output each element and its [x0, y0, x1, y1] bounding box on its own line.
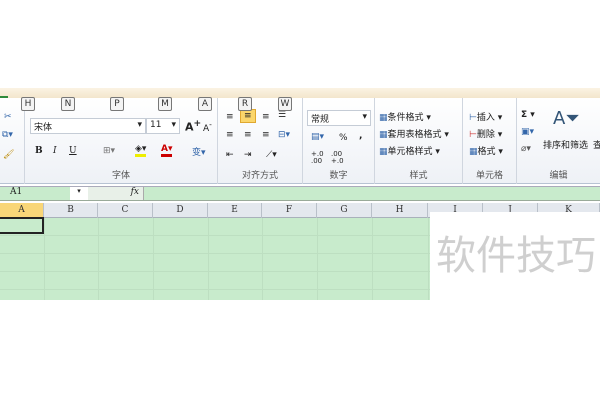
- align-center-icon[interactable]: ≡: [244, 130, 252, 140]
- number-format-select[interactable]: 常规 ▾: [307, 110, 371, 126]
- merge-icon[interactable]: ⊟▾: [278, 130, 290, 140]
- font-color-icon[interactable]: A▾: [161, 144, 173, 157]
- increase-indent-icon[interactable]: ⇥: [244, 150, 252, 160]
- font-name-value: 宋体: [34, 123, 53, 133]
- align-left-icon[interactable]: ≡: [226, 130, 234, 140]
- name-box-dropdown[interactable]: ▾: [70, 187, 88, 200]
- align-right-icon[interactable]: ≡: [262, 130, 270, 140]
- font-size-select[interactable]: 11 ▾: [146, 118, 180, 134]
- underline-button[interactable]: U: [69, 146, 77, 156]
- keytip-home: H: [21, 97, 35, 111]
- editing-group: Σ ▾ ▣▾ ⌀▾ A⏷ 排序和筛选 查 编辑: [517, 98, 600, 184]
- formula-bar: A1 ▾ fx: [0, 186, 600, 201]
- fill-color-icon[interactable]: ◈▾: [135, 144, 147, 157]
- sort-filter-button[interactable]: 排序和筛选: [543, 138, 588, 151]
- column-header-f[interactable]: F: [262, 203, 317, 218]
- column-header-d[interactable]: D: [153, 203, 208, 218]
- format-button[interactable]: ▦格式 ▾: [469, 144, 503, 157]
- decrease-indent-icon[interactable]: ⇤: [226, 150, 234, 160]
- number-format-value: 常规: [311, 115, 330, 125]
- cut-icon[interactable]: ✂: [4, 112, 12, 122]
- sort-filter-icon: A⏷: [553, 108, 580, 129]
- keytip-review: R: [238, 97, 252, 111]
- keytip-formulas: M: [158, 97, 172, 111]
- cells-group-label: 单元格: [475, 171, 503, 181]
- watermark: 软件技巧: [430, 212, 600, 300]
- comma-button[interactable]: ,: [359, 131, 362, 141]
- keytip-insert: N: [61, 97, 75, 111]
- number-group: 常规 ▾ ▤▾ % , +.0 .00 .00 +.0 数字: [303, 98, 375, 184]
- ribbon: ✂ ⧉▾ 🖌 宋体 ▾ 11 ▾ A+ A- B I U ⊞▾ ◈▾ A▾ 变▾ 字…: [0, 98, 600, 184]
- insert-button[interactable]: ⊢插入 ▾: [469, 110, 502, 123]
- cells-group: ⊢插入 ▾ ⊢删除 ▾ ▦格式 ▾ 单元格: [463, 98, 517, 184]
- decrease-decimal-button[interactable]: .00 +.0: [331, 151, 349, 165]
- orientation-icon[interactable]: ⟋▾: [266, 150, 277, 160]
- keytip-page-layout: P: [110, 97, 124, 111]
- shrink-font-button[interactable]: A-: [203, 120, 212, 134]
- font-size-value: 11: [150, 120, 162, 130]
- align-bottom-icon[interactable]: ≡: [262, 112, 270, 122]
- number-group-label: 数字: [329, 171, 348, 181]
- name-box[interactable]: A1: [10, 187, 22, 197]
- column-header-g[interactable]: G: [317, 203, 372, 218]
- column-header-b[interactable]: B: [44, 203, 98, 218]
- currency-icon[interactable]: ▤▾: [311, 132, 324, 142]
- keytip-data: A: [198, 97, 212, 111]
- alignment-group-label: 对齐方式: [241, 171, 278, 181]
- insert-function-button[interactable]: fx: [88, 187, 144, 200]
- column-header-c[interactable]: C: [98, 203, 153, 218]
- column-header-a[interactable]: A: [0, 203, 44, 218]
- font-group-label: 字体: [111, 171, 130, 181]
- font-name-select[interactable]: 宋体 ▾: [30, 118, 146, 134]
- selected-cell-a1[interactable]: [0, 217, 44, 234]
- percent-button[interactable]: %: [339, 133, 348, 143]
- column-header-e[interactable]: E: [208, 203, 262, 218]
- editing-group-label: 编辑: [549, 171, 568, 181]
- conditional-format-button[interactable]: ▦条件格式 ▾: [379, 110, 431, 123]
- bold-button[interactable]: B: [35, 146, 43, 156]
- align-top-icon[interactable]: ≡: [226, 112, 234, 122]
- format-as-table-button[interactable]: ▦套用表格格式 ▾: [379, 127, 449, 140]
- italic-button[interactable]: I: [53, 146, 57, 156]
- fill-icon[interactable]: ▣▾: [521, 127, 534, 137]
- increase-decimal-button[interactable]: +.0 .00: [311, 151, 329, 165]
- phonetic-icon[interactable]: 变▾: [192, 145, 206, 158]
- ribbon-tab-strip: [0, 88, 600, 98]
- grow-font-button[interactable]: A+: [185, 118, 201, 134]
- cell-styles-button[interactable]: ▦单元格样式 ▾: [379, 144, 440, 157]
- clear-icon[interactable]: ⌀▾: [521, 144, 531, 154]
- wrap-text-icon[interactable]: ☰: [278, 110, 286, 120]
- styles-group: ▦条件格式 ▾ ▦套用表格格式 ▾ ▦单元格样式 ▾ 样式: [375, 98, 463, 184]
- autosum-button[interactable]: Σ ▾: [521, 110, 535, 120]
- keytip-view: W: [278, 97, 292, 111]
- align-middle-icon[interactable]: ≡: [240, 109, 256, 123]
- formula-input[interactable]: [145, 187, 600, 200]
- styles-group-label: 样式: [409, 171, 428, 181]
- column-header-h[interactable]: H: [372, 203, 428, 218]
- borders-icon[interactable]: ⊞▾: [103, 146, 115, 156]
- format-painter-icon[interactable]: 🖌: [3, 150, 14, 160]
- find-select-button[interactable]: 查: [593, 138, 600, 151]
- copy-icon[interactable]: ⧉▾: [2, 130, 13, 140]
- clipboard-group: ✂ ⧉▾ 🖌: [0, 98, 25, 184]
- delete-button[interactable]: ⊢删除 ▾: [469, 127, 502, 140]
